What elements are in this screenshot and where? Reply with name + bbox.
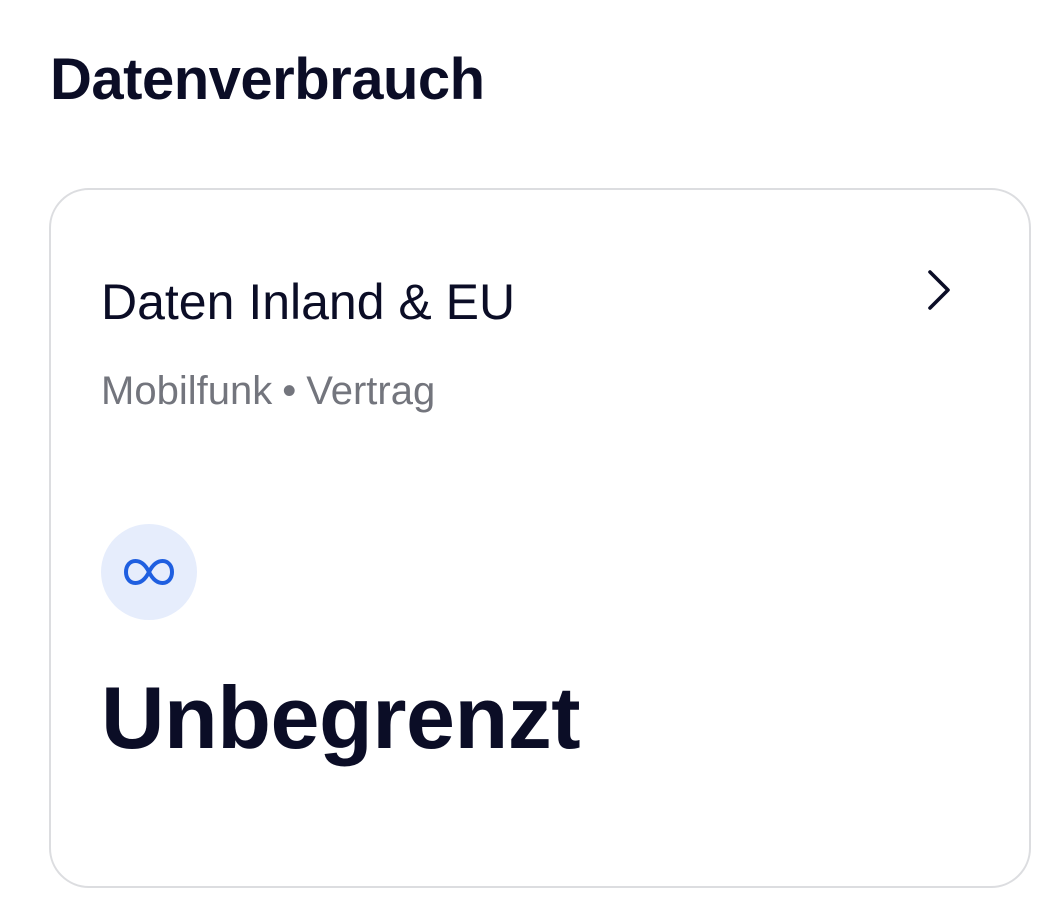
plan-type-label: Mobilfunk [101,369,273,413]
contract-type-label: Vertrag [306,369,436,413]
chevron-right-icon[interactable] [923,268,953,312]
infinity-icon [124,558,174,586]
usage-value: Unbegrenzt [101,668,581,767]
section-title: Datenverbrauch [50,47,485,112]
subtitle-separator: • [282,369,297,413]
data-usage-card[interactable]: Daten Inland & EU Mobilfunk • Vertrag Unbe… [49,188,1031,888]
infinity-badge [101,524,197,620]
card-title: Daten Inland & EU [101,274,516,330]
card-subtitle: Mobilfunk • Vertrag [101,366,435,416]
